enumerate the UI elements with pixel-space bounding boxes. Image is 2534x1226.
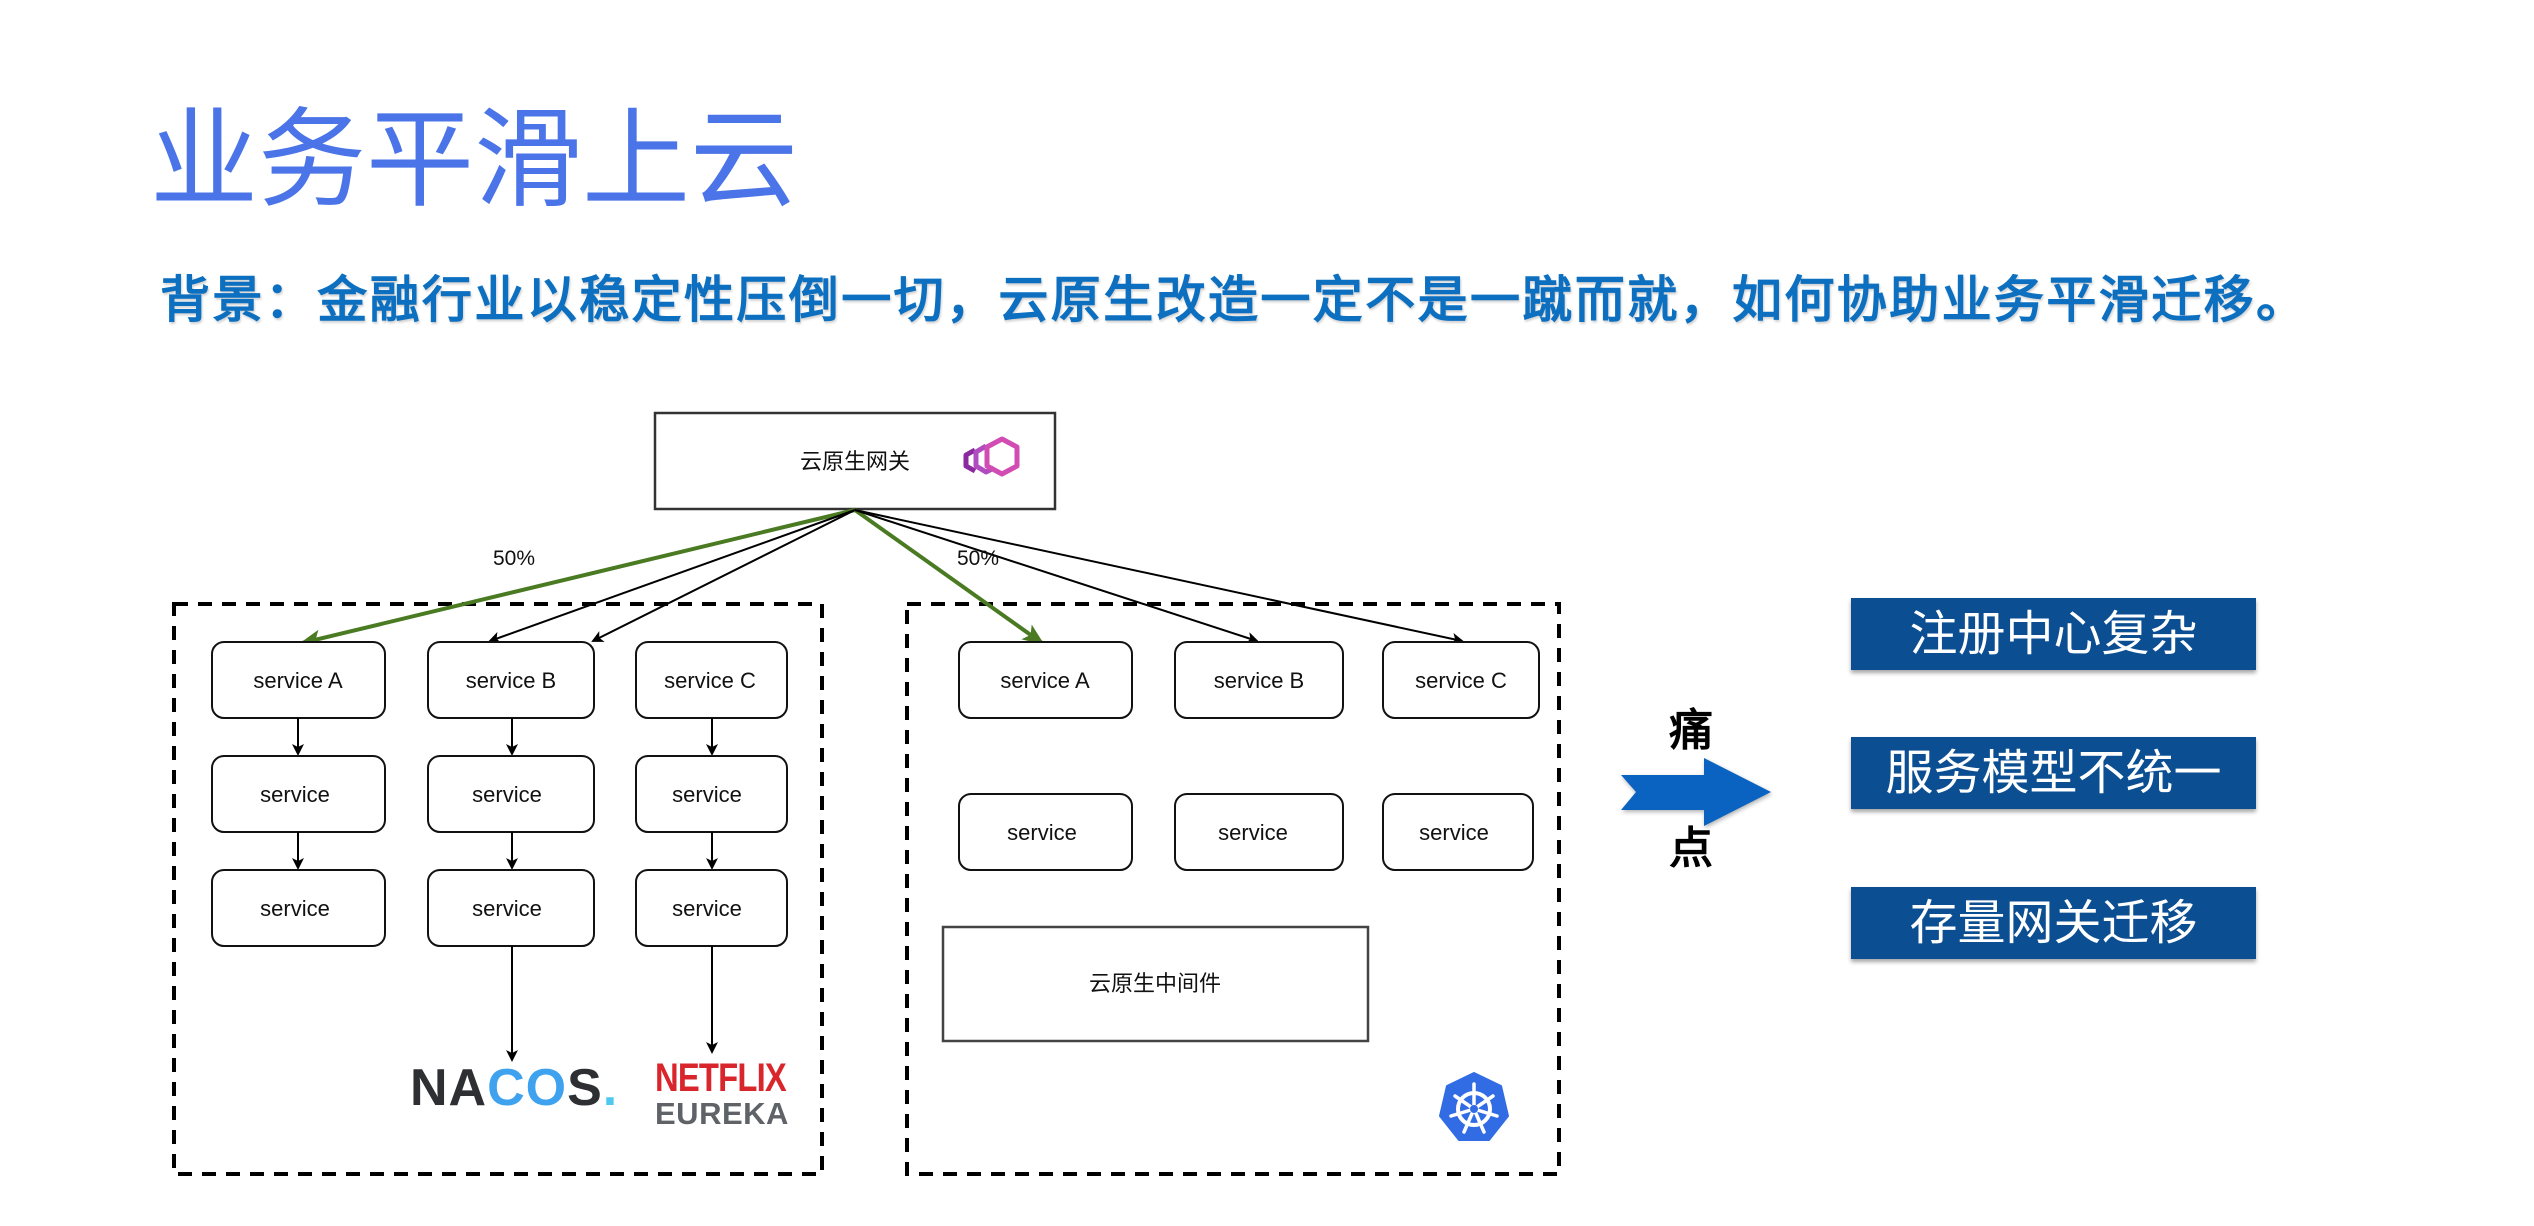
right-cluster-second-row: service service service <box>958 793 1534 871</box>
netflix-eureka-logo: NETFLIX EUREKA <box>655 1056 789 1131</box>
cloud-native-middleware[interactable]: 云原生中间件 <box>941 925 1370 1043</box>
service-label: service <box>672 896 742 921</box>
service-label: service <box>472 782 542 807</box>
kubernetes-icon <box>1439 1072 1509 1141</box>
service-label: service <box>260 896 330 921</box>
gateway-label: 云原生网关 <box>800 450 910 475</box>
service-label: service B <box>466 668 556 693</box>
route-right-b <box>854 509 1259 644</box>
netflix-wordmark: NETFLIX <box>655 1056 787 1100</box>
service-label: service <box>260 782 330 807</box>
middleware-label: 云原生中间件 <box>1089 972 1221 997</box>
service-label: service <box>1218 820 1288 845</box>
left-column-c: service C service service <box>635 641 788 1054</box>
service-label: service A <box>253 668 343 693</box>
right-cluster-top-row: service A service B service C <box>958 641 1540 719</box>
nacos-logo-prefix: NA <box>410 1059 488 1117</box>
route-left-b <box>488 509 856 644</box>
traffic-label-right: 50% <box>957 547 999 570</box>
nacos-logo: NACOS. <box>410 1062 618 1114</box>
pain-point-gateway-migration: 存量网关迁移 <box>1851 887 2256 959</box>
traffic-label-left: 50% <box>493 547 535 570</box>
pain-point-service-model: 服务模型不统一 <box>1851 737 2256 809</box>
eureka-wordmark: EUREKA <box>655 1096 789 1131</box>
service-label: service A <box>1000 668 1090 693</box>
route-left-c <box>591 509 856 642</box>
service-label: service <box>1007 820 1077 845</box>
nacos-logo-suffix: S <box>567 1059 603 1117</box>
service-label: service <box>472 896 542 921</box>
service-label: service <box>672 782 742 807</box>
route-green-left <box>299 508 856 648</box>
pain-label-top: 痛 <box>1669 705 1713 756</box>
pain-point-registry: 注册中心复杂 <box>1851 598 2256 670</box>
nacos-logo-dot: . <box>602 1059 619 1117</box>
service-label: service C <box>664 668 756 693</box>
nacos-logo-infinity: CO <box>487 1059 568 1117</box>
service-label: service <box>1419 820 1489 845</box>
pain-point-arrow-icon <box>1621 758 1771 826</box>
left-column-b: service B service service <box>427 641 595 1062</box>
service-label: service B <box>1214 668 1304 693</box>
left-column-a: service A service service <box>211 641 386 947</box>
service-label: service C <box>1415 668 1507 693</box>
cloud-native-gateway[interactable]: 云原生网关 <box>653 411 1057 511</box>
pain-label-bottom: 点 <box>1669 823 1713 874</box>
gateway-routes <box>299 508 1464 648</box>
